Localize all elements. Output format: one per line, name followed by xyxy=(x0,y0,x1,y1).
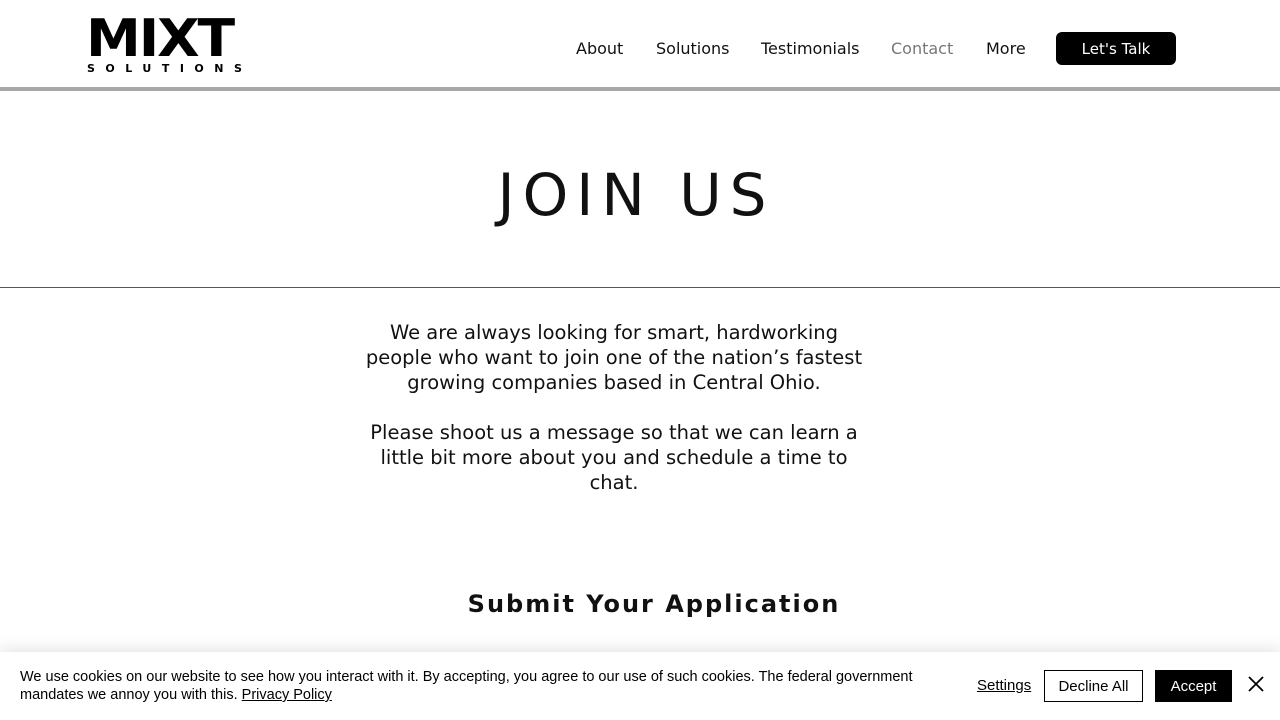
logo[interactable]: MIXT SOLUTIONS xyxy=(86,13,253,77)
submit-application-heading: Submit Your Application xyxy=(467,590,841,618)
accept-button[interactable]: Accept xyxy=(1155,670,1232,702)
nav-item-more[interactable]: More xyxy=(986,38,1026,60)
intro-paragraph: We are always looking for smart, hardwor… xyxy=(365,321,863,394)
intro-paragraph: Please shoot us a message so that we can… xyxy=(370,421,858,494)
nav-item-testimonials[interactable]: Testimonials xyxy=(761,38,860,60)
close-icon[interactable] xyxy=(1246,674,1266,694)
logo-subtitle: SOLUTIONS xyxy=(87,62,253,75)
section-divider xyxy=(0,287,1280,288)
page-title: JOIN US xyxy=(497,161,775,229)
cookie-settings-link[interactable]: Settings xyxy=(977,677,1031,694)
privacy-policy-link[interactable]: Privacy Policy xyxy=(242,687,332,703)
decline-all-button[interactable]: Decline All xyxy=(1044,670,1143,702)
cookie-message: We use cookies on our website to see how… xyxy=(20,668,960,704)
nav-item-contact[interactable]: Contact xyxy=(891,38,953,60)
logo-wordmark: MIXT xyxy=(86,9,235,69)
cookie-banner: We use cookies on our website to see how… xyxy=(0,652,1280,720)
site-header: MIXT SOLUTIONS About Solutions Testimoni… xyxy=(0,0,1280,88)
intro-text: We are always looking for smart, hardwor… xyxy=(364,320,864,495)
header-divider xyxy=(0,87,1280,91)
cookie-message-text: We use cookies on our website to see how… xyxy=(20,669,913,703)
nav-item-solutions[interactable]: Solutions xyxy=(656,38,730,60)
lets-talk-button[interactable]: Let's Talk xyxy=(1056,32,1176,65)
nav-item-about[interactable]: About xyxy=(576,38,623,60)
close-icon-glyph xyxy=(1248,676,1264,692)
